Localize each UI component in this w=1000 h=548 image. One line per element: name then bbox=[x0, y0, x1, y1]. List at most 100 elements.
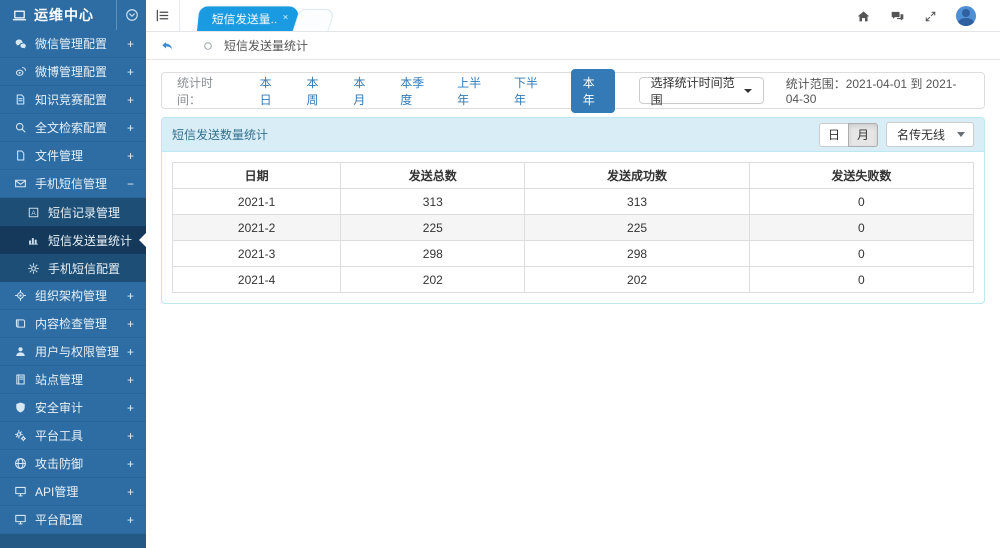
expand-plus-icon: + bbox=[127, 121, 134, 135]
sidebar-toggle-button[interactable] bbox=[146, 0, 180, 31]
expand-plus-icon: + bbox=[127, 65, 134, 79]
sidebar-item-attack-defense[interactable]: 攻击防御+ bbox=[0, 450, 146, 478]
expand-plus-icon: + bbox=[127, 37, 134, 51]
avatar-head bbox=[962, 9, 970, 17]
day-toggle-button[interactable]: 日 bbox=[819, 123, 849, 147]
desktop-icon bbox=[13, 513, 27, 527]
tab-label: 短信发送量.. bbox=[211, 10, 277, 26]
sidebar-item-file-management[interactable]: 文件管理+ bbox=[0, 142, 146, 170]
provider-select-value: 名传无线 bbox=[897, 126, 945, 143]
bar-chart-icon bbox=[26, 233, 40, 247]
sidebar-item-label: 微博管理配置 bbox=[35, 63, 127, 80]
filter-option-first-half[interactable]: 上半年 bbox=[457, 74, 487, 108]
sidebar-item-security-audit[interactable]: 安全审计+ bbox=[0, 394, 146, 422]
avatar-torso bbox=[958, 18, 974, 26]
svg-text:A: A bbox=[31, 209, 36, 216]
sidebar-item-sms-config[interactable]: 手机短信配置 bbox=[0, 254, 146, 282]
sidebar-item-label: API管理 bbox=[35, 483, 127, 500]
sms-record-icon: A bbox=[26, 205, 40, 219]
table-cell: 313 bbox=[341, 189, 525, 215]
sidebar-item-label: 全文检索配置 bbox=[35, 119, 127, 136]
sidebar-item-api-management[interactable]: API管理+ bbox=[0, 478, 146, 506]
sidebar-item-sms-record[interactable]: A 短信记录管理 bbox=[0, 198, 146, 226]
stats-panel: 短信发送数量统计 日 月 名传无线 日期发送总数发送成功数发送失败数 2021-… bbox=[161, 117, 985, 304]
filter-option-this-quarter[interactable]: 本季度 bbox=[400, 74, 430, 108]
sidebar-item-content-check[interactable]: 内容检查管理+ bbox=[0, 310, 146, 338]
table-row: 2021-22252250 bbox=[173, 215, 974, 241]
filter-option-this-month[interactable]: 本月 bbox=[353, 74, 373, 108]
sidebar-item-platform-tools[interactable]: 平台工具+ bbox=[0, 422, 146, 450]
sidebar-header: 运维中心 bbox=[0, 0, 146, 30]
caret-down-icon bbox=[744, 89, 752, 93]
filter-option-today[interactable]: 本日 bbox=[260, 74, 280, 108]
table-row: 2021-32982980 bbox=[173, 241, 974, 267]
expand-icon[interactable] bbox=[924, 10, 937, 23]
sidebar-item-site-management[interactable]: 站点管理+ bbox=[0, 366, 146, 394]
user-icon bbox=[13, 345, 27, 359]
range-text: 统计范围：2021-04-01 到 2021-04-30 bbox=[786, 75, 969, 106]
sidebar-item-user-permission[interactable]: 用户与权限管理+ bbox=[0, 338, 146, 366]
month-toggle-button[interactable]: 月 bbox=[848, 123, 878, 147]
breadcrumb: 短信发送量统计 bbox=[146, 32, 1000, 60]
range-button-label: 选择统计时间范围 bbox=[651, 74, 737, 108]
expand-plus-icon: + bbox=[127, 513, 134, 527]
sidebar-toggle-icon bbox=[155, 8, 170, 23]
stats-panel-body: 日期发送总数发送成功数发送失败数 2021-131331302021-22252… bbox=[162, 152, 984, 303]
sidebar-collapse-button[interactable] bbox=[116, 0, 146, 30]
sidebar-item-quiz-config[interactable]: 知识竞赛配置+ bbox=[0, 86, 146, 114]
main-area: 短信发送量.. × 短信发送量统计 统计时间： 本日本周本月本季度上半年下半年本… bbox=[146, 0, 1000, 548]
home-icon[interactable] bbox=[856, 9, 871, 24]
table-cell: 0 bbox=[749, 189, 973, 215]
gear-icon bbox=[26, 261, 40, 275]
filter-label: 统计时间： bbox=[177, 74, 232, 108]
laptop-icon bbox=[12, 8, 27, 23]
sidebar-item-label: 组织架构管理 bbox=[35, 287, 127, 304]
circle-o-icon bbox=[202, 40, 214, 52]
sidebar-item-weibo-config[interactable]: 微博管理配置+ bbox=[0, 58, 146, 86]
expand-plus-icon: + bbox=[127, 485, 134, 499]
table-header: 发送总数 bbox=[341, 163, 525, 189]
table-cell: 0 bbox=[749, 267, 973, 293]
expand-plus-icon: + bbox=[127, 345, 134, 359]
cogs-icon bbox=[13, 429, 27, 443]
table-header: 发送失败数 bbox=[749, 163, 973, 189]
provider-select[interactable]: 名传无线 bbox=[886, 122, 974, 147]
sidebar-item-platform-config[interactable]: 平台配置+ bbox=[0, 506, 146, 534]
back-button[interactable] bbox=[160, 39, 174, 53]
sidebar-item-label: 用户与权限管理 bbox=[35, 343, 127, 360]
content: 统计时间： 本日本周本月本季度上半年下半年本年 选择统计时间范围 统计范围：20… bbox=[146, 60, 1000, 304]
panel-tools: 日 月 名传无线 bbox=[819, 122, 974, 147]
table-header: 发送成功数 bbox=[525, 163, 749, 189]
doc-icon bbox=[13, 93, 27, 107]
sidebar-item-label: 攻击防御 bbox=[35, 455, 127, 472]
journal-icon bbox=[13, 373, 27, 387]
filter-option-this-year[interactable]: 本年 bbox=[571, 69, 615, 113]
expand-plus-icon: + bbox=[127, 93, 134, 107]
wechat-icon bbox=[13, 37, 27, 51]
org-icon bbox=[13, 289, 27, 303]
sidebar-item-wechat-config[interactable]: 微信管理配置+ bbox=[0, 30, 146, 58]
sidebar-item-sms-management[interactable]: 手机短信管理− bbox=[0, 170, 146, 198]
select-time-range-button[interactable]: 选择统计时间范围 bbox=[639, 77, 764, 104]
comments-icon[interactable] bbox=[890, 9, 905, 24]
topbar: 短信发送量.. × bbox=[146, 0, 1000, 32]
book-icon bbox=[13, 317, 27, 331]
filter-option-this-week[interactable]: 本周 bbox=[307, 74, 327, 108]
tab-sms-volume-stats[interactable]: 短信发送量.. × bbox=[197, 6, 300, 31]
table-cell: 313 bbox=[525, 189, 749, 215]
sidebar-item-label: 短信记录管理 bbox=[48, 204, 134, 221]
table-cell: 2021-1 bbox=[173, 189, 341, 215]
shield-icon bbox=[13, 401, 27, 415]
expand-plus-icon: + bbox=[127, 317, 134, 331]
sidebar-item-sms-volume-stats[interactable]: 短信发送量统计 bbox=[0, 226, 146, 254]
sidebar-item-org-structure[interactable]: 组织架构管理+ bbox=[0, 282, 146, 310]
stats-table: 日期发送总数发送成功数发送失败数 2021-131331302021-22252… bbox=[172, 162, 974, 293]
filter-option-second-half[interactable]: 下半年 bbox=[514, 74, 544, 108]
globe-icon bbox=[13, 457, 27, 471]
user-avatar[interactable] bbox=[956, 6, 976, 26]
sidebar-item-label: 微信管理配置 bbox=[35, 35, 127, 52]
tab-close-icon[interactable]: × bbox=[282, 14, 288, 23]
sidebar-item-fulltext-search[interactable]: 全文检索配置+ bbox=[0, 114, 146, 142]
table-cell: 202 bbox=[341, 267, 525, 293]
sidebar-item-label: 平台配置 bbox=[35, 511, 127, 528]
